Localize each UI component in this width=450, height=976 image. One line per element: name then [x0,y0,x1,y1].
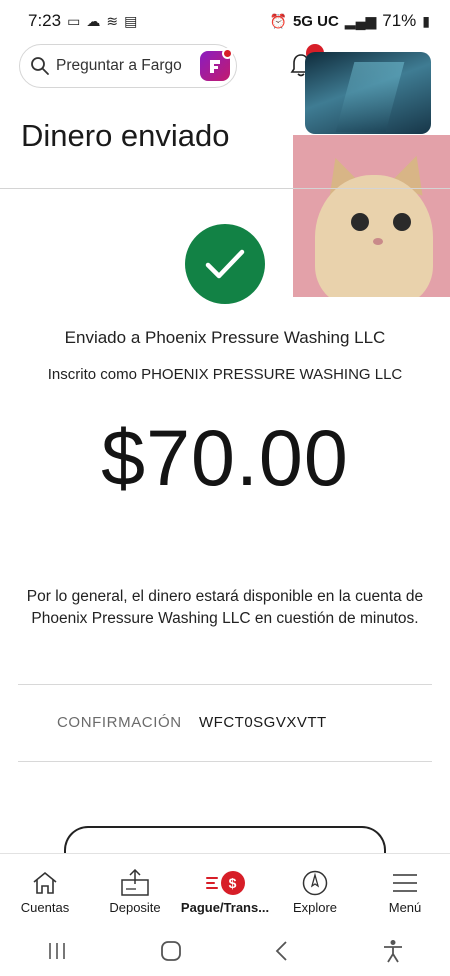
cat-image [293,135,450,297]
cast-icon: ▤ [124,12,138,29]
divider [18,684,432,685]
nav-label: Cuentas [20,900,70,915]
signal-icon: ▂▄▆ [344,12,377,29]
divider [0,188,450,189]
wifi-icon: ≋ [106,12,119,29]
fargo-logo-icon[interactable] [200,48,233,81]
home-icon [31,868,59,898]
cloud-icon: ☁ [86,12,101,29]
nav-item-accounts[interactable]: Cuentas [0,854,90,925]
success-check-icon [185,224,265,304]
nav-item-pay-transfer[interactable]: $ Pague/Trans... [180,854,270,925]
recipient-text: Enviado a Phoenix Pressure Washing LLC [64,328,386,347]
battery-label: 71% [382,11,417,30]
confirmation-label: CONFIRMACIÓN [57,714,182,731]
status-bar: 7:23 ▭ ☁ ≋ ▤ ⏰ 5G UC ▂▄▆ 71% ▮ [0,0,450,42]
clock: 7:23 [28,11,62,30]
deposit-icon [120,868,150,898]
system-nav-bar [0,926,450,976]
nav-item-menu[interactable]: Menú [360,854,450,925]
search-icon [31,57,49,75]
overlay-video-thumbnail [305,52,431,134]
network-label: 5G UC [292,12,339,30]
ask-fargo-search[interactable]: Preguntar a Fargo [19,44,237,88]
notification-dot [222,48,233,59]
enrolled-as-text: Inscrito como PHOENIX PRESSURE WASHING L… [47,366,403,383]
divider [18,761,432,762]
compass-icon [301,868,329,898]
menu-icon [391,868,419,898]
nav-item-explore[interactable]: Explore [270,854,360,925]
nav-label: Deposite [109,900,161,915]
nav-label: Explore [292,900,338,915]
back-icon[interactable] [274,940,290,962]
confirmation-number: WFCT0SGVXVTT [199,714,327,731]
page-title: Dinero enviado [21,118,230,153]
accessibility-icon[interactable] [382,939,404,963]
nav-label: Menú [388,900,422,915]
search-placeholder: Preguntar a Fargo [56,57,182,74]
video-icon: ▭ [67,12,81,29]
battery-icon: ▮ [422,12,430,29]
amount-sent: $70.00 [101,413,349,502]
nav-item-deposit[interactable]: Deposite [90,854,180,925]
pay-transfer-icon: $ [205,868,245,898]
alarm-icon: ⏰ [269,12,287,29]
nav-label: Pague/Trans... [180,900,270,915]
home-button-icon[interactable] [160,940,182,962]
recent-apps-icon[interactable] [46,941,68,961]
availability-note: Por lo general, el dinero estará disponi… [26,588,424,627]
bottom-nav: Cuentas Deposite $ Pague/Trans... Explor… [0,853,450,925]
